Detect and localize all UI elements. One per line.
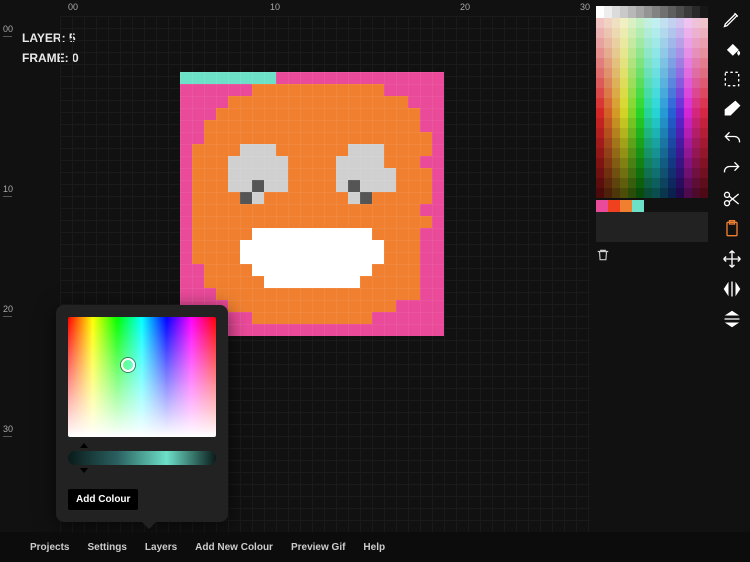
pixel-canvas[interactable] xyxy=(180,72,444,336)
menu-layers[interactable]: Layers xyxy=(145,542,177,553)
undo-icon[interactable] xyxy=(721,128,743,150)
paste-icon[interactable] xyxy=(721,218,743,240)
add-colour-button[interactable]: Add Colour xyxy=(68,489,138,510)
flip-v-icon[interactable] xyxy=(721,308,743,330)
recent-colour[interactable] xyxy=(632,200,644,212)
redo-icon[interactable] xyxy=(721,158,743,180)
marquee-icon[interactable] xyxy=(721,68,743,90)
eraser-icon[interactable] xyxy=(721,98,743,120)
ruler-left: 00 10 20 30 xyxy=(0,16,16,532)
bottom-menu: Projects Settings Layers Add New Colour … xyxy=(0,532,750,562)
recent-colour[interactable] xyxy=(620,200,632,212)
pencil-icon[interactable] xyxy=(721,8,743,30)
move-icon[interactable] xyxy=(721,248,743,270)
menu-help[interactable]: Help xyxy=(363,542,385,553)
cut-icon[interactable] xyxy=(721,188,743,210)
ruler-top: 00 10 20 30 xyxy=(60,0,590,16)
colour-picker-popover[interactable]: Add Colour xyxy=(56,305,228,522)
menu-settings[interactable]: Settings xyxy=(87,542,126,553)
flip-h-icon[interactable] xyxy=(721,278,743,300)
hue-slider[interactable] xyxy=(68,451,216,465)
trash-icon[interactable] xyxy=(596,248,708,265)
menu-add-colour[interactable]: Add New Colour xyxy=(195,542,273,553)
bucket-icon[interactable] xyxy=(721,38,743,60)
colour-palette[interactable] xyxy=(596,6,708,265)
recent-colour[interactable] xyxy=(596,200,608,212)
menu-preview-gif[interactable]: Preview Gif xyxy=(291,542,345,553)
tool-bar xyxy=(718,8,746,330)
saturation-value-field[interactable] xyxy=(68,317,216,437)
recent-colour[interactable] xyxy=(608,200,620,212)
menu-projects[interactable]: Projects xyxy=(30,542,69,553)
